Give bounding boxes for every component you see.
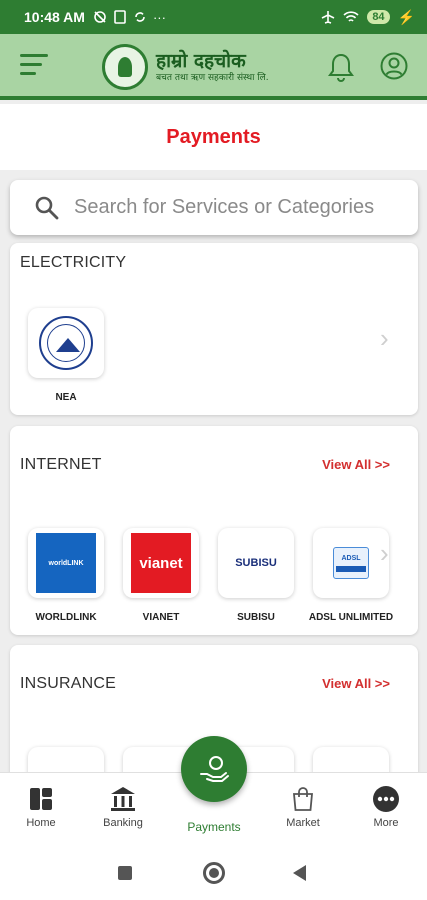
status-time: 10:48 AM [24, 9, 85, 25]
status-right-icons: 84 ⚡ [321, 9, 415, 26]
nav-home[interactable]: Home [6, 785, 76, 829]
page-title: Payments [166, 125, 261, 148]
airplane-icon [321, 11, 335, 24]
nav-payments-button[interactable] [181, 736, 247, 802]
nav-label: More [373, 817, 399, 829]
back-button[interactable] [293, 865, 306, 881]
recycle-icon [135, 12, 145, 22]
more-notifications-icon: ··· [152, 9, 166, 25]
notification-bell-icon[interactable] [328, 52, 354, 82]
home-button[interactable] [203, 862, 225, 884]
section-title: INSURANCE [20, 675, 117, 692]
title-bar: Payments [0, 104, 427, 170]
section-internet: INTERNET View All >> worldLINK WORLDLINK… [10, 426, 418, 635]
nea-logo-icon [39, 316, 93, 370]
bank-icon [111, 787, 135, 811]
battery-indicator: 84 [367, 10, 390, 24]
nav-banking[interactable]: Banking [88, 785, 158, 829]
nav-market[interactable]: Market [268, 785, 338, 829]
section-title: ELECTRICITY [20, 254, 127, 271]
nav-more[interactable]: More [351, 785, 421, 829]
status-notification-icons: ··· [93, 10, 166, 25]
service-tile-nea[interactable] [28, 308, 104, 378]
app-header: हाम्रो दहचोक बचत तथा ऋण सहकारी संस्था लि… [0, 34, 427, 100]
sim-icon [114, 10, 126, 24]
search-input[interactable] [74, 196, 404, 219]
app-logo: हाम्रो दहचोक बचत तथा ऋण सहकारी संस्था लि… [102, 42, 322, 92]
chevron-right-icon[interactable]: › [380, 323, 389, 354]
subisu-logo-icon: SUBISU [235, 557, 277, 569]
service-label: SUBISU [237, 612, 275, 623]
menu-icon[interactable] [20, 54, 48, 76]
service-tile-vianet[interactable]: vianet [123, 528, 199, 598]
more-dots-icon [373, 786, 399, 812]
worldlink-logo-icon: worldLINK [36, 533, 96, 593]
adsl-logo-icon: ADSL [333, 547, 369, 579]
section-electricity: ELECTRICITY NEA › [10, 243, 418, 415]
service-tile-adsl-unlimited[interactable]: ADSL [313, 528, 389, 598]
status-bar: 10:48 AM ··· 84 ⚡ [0, 0, 427, 34]
chevron-right-icon[interactable]: › [380, 538, 389, 569]
wifi-icon [343, 11, 359, 22]
view-all-link[interactable]: View All >> [322, 457, 390, 472]
home-icon [30, 788, 52, 810]
section-title: INTERNET [20, 456, 102, 473]
shopping-bag-icon [293, 787, 313, 811]
sync-off-icon [94, 11, 106, 23]
view-all-link[interactable]: View All >> [322, 676, 390, 691]
nav-label: Home [26, 817, 56, 829]
logo-title: हाम्रो दहचोक [156, 50, 246, 72]
service-label: NEA [55, 392, 77, 403]
logo-emblem-icon [102, 44, 148, 90]
recents-button[interactable] [118, 866, 132, 880]
nav-payments-label: Payments [187, 820, 241, 834]
nav-label: Market [286, 817, 320, 829]
profile-icon[interactable] [380, 52, 408, 80]
logo-subtitle: बचत तथा ऋण सहकारी संस्था लि. [156, 73, 269, 83]
service-label: VIANET [142, 612, 180, 623]
payments-hand-icon [200, 756, 229, 782]
charging-icon: ⚡ [397, 8, 415, 25]
service-tile-worldlink[interactable]: worldLINK [28, 528, 104, 598]
nav-label: Banking [103, 817, 143, 829]
service-label: WORLDLINK [35, 612, 97, 623]
system-navigation-bar [0, 844, 427, 900]
search-bar[interactable] [10, 180, 418, 235]
service-label: ADSL UNLIMITED [308, 612, 394, 623]
search-icon [35, 196, 59, 219]
vianet-logo-icon: vianet [131, 533, 191, 593]
service-tile-subisu[interactable]: SUBISU [218, 528, 294, 598]
